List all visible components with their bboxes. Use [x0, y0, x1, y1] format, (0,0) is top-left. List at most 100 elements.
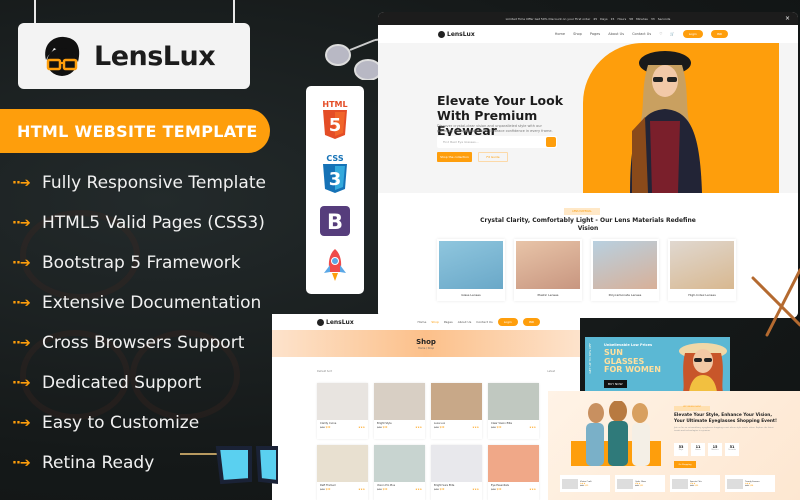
product-image — [317, 383, 368, 420]
filter-select[interactable]: Latest — [547, 370, 555, 373]
nav-link-home[interactable]: Home — [555, 32, 565, 36]
arrow-icon: ··➔ — [12, 335, 31, 351]
fit-guide-button[interactable]: Fit Guide — [478, 152, 508, 162]
hero-search-input[interactable]: Find Best Eye Glasses... — [437, 136, 557, 148]
mini-product-card[interactable]: Vision Craft ★★★ $39 $29 — [560, 475, 610, 492]
login-button[interactable]: Login — [682, 30, 703, 38]
feature-item: ··➔ Bootstrap 5 Framework — [12, 253, 241, 273]
nav-link-about[interactable]: About Us — [458, 320, 472, 324]
product-image — [374, 445, 425, 482]
event-description: Join us for an extraordinary eyeglasses … — [674, 427, 774, 432]
nav-link-pages[interactable]: Pages — [444, 320, 453, 324]
arrow-icon: ··➔ — [12, 175, 31, 191]
close-icon[interactable]: × — [785, 15, 790, 22]
template-tag: HTML WEBSITE TEMPLATE — [0, 109, 270, 153]
breadcrumb: Home / Shop — [417, 346, 435, 350]
arrow-icon: ··➔ — [12, 375, 31, 391]
event-models-image — [586, 401, 650, 466]
offer-topbar: Limited Time Offer Get 50% Discount on y… — [378, 12, 798, 25]
currency-select[interactable]: INR — [710, 30, 728, 38]
sale-side-text: GET UP TO 30% OFF — [588, 343, 592, 374]
mini-product-card[interactable]: Specta Chic ★★★ $39 $35 — [670, 475, 720, 492]
mini-product-card[interactable]: Optic Glow ★★★ $39 $32 — [615, 475, 665, 492]
card-image — [439, 241, 503, 289]
product-price: $59 $49 ★★★ — [434, 488, 479, 491]
card-image — [670, 241, 734, 289]
event-preview: UPCOMING EVENT Elevate Your Style, Enhan… — [548, 391, 800, 500]
logo-icon — [438, 30, 445, 38]
sale-model-image — [679, 343, 727, 392]
product-card[interactable]: Eye Essentials $59 $49 ★★★ — [488, 445, 539, 500]
nav-link-pages[interactable]: Pages — [590, 32, 600, 36]
login-button[interactable]: Login — [497, 318, 518, 326]
rating-stars-icon: ★★★ — [529, 426, 536, 429]
hero-model-image — [630, 51, 702, 193]
countdown-hours: 11 Hours — [691, 443, 705, 456]
product-image — [562, 478, 578, 489]
heart-icon[interactable]: ♡ — [659, 32, 662, 36]
home-preview: Limited Time Offer Get 50% Discount on y… — [378, 12, 798, 318]
feature-list: ··➔ Fully Responsive Template ··➔ HTML5 Va… — [12, 163, 266, 483]
logo-icon — [317, 318, 324, 326]
nav-logo[interactable]: LensLux — [317, 318, 354, 326]
sale-small-text: Unbelievable Low Prices — [604, 343, 653, 347]
event-countdown: 53 Days 11 Hours 15 Minutes 51 Seconds — [674, 443, 739, 456]
countdown-seconds: 51 Seconds — [725, 443, 739, 456]
arrow-icon: ··➔ — [12, 415, 31, 431]
shop-collection-button[interactable]: Shop the collection — [437, 152, 472, 162]
product-card[interactable]: Deft Framed $59 $49 ★★★ — [317, 445, 368, 500]
mini-product-card[interactable]: Trendy Frames ★★★ $39 $34 — [725, 475, 775, 492]
nav-link-shop[interactable]: Shop — [573, 32, 582, 36]
product-card[interactable]: Vision Pro Plus $59 $49 ★★★ — [374, 445, 425, 500]
nav-logo[interactable]: LensLux — [438, 30, 475, 38]
product-card[interactable]: Bright Style $59 $49 ★★★ — [374, 383, 425, 439]
nav-link-contact[interactable]: Contact Us — [632, 32, 651, 36]
cart-icon[interactable]: 🛒 — [670, 32, 674, 36]
sort-select[interactable]: Default Sort — [317, 370, 332, 373]
product-image — [488, 445, 539, 482]
rating-stars-icon: ★★★ — [358, 426, 365, 429]
hero-subtitle: Discover crystal-clear vision and unpara… — [437, 124, 553, 133]
feature-item: ··➔ Extensive Documentation — [12, 293, 262, 313]
svg-text:HTML: HTML — [322, 100, 347, 109]
svg-text:3: 3 — [329, 169, 342, 190]
rocket-icon — [324, 249, 346, 281]
sunglasses-decor — [180, 446, 278, 485]
material-card[interactable]: Plastic Lenses — [514, 239, 582, 301]
sunglasses-sale-banner: GET UP TO 30% OFF Unbelievable Low Price… — [585, 337, 730, 392]
buy-now-button[interactable]: BUY NOW — [604, 380, 627, 388]
nav-link-about[interactable]: About Us — [608, 32, 624, 36]
feature-item: ··➔ Dedicated Support — [12, 373, 202, 393]
card-image — [593, 241, 657, 289]
product-card[interactable]: Clear Vision Elite $59 $49 ★★★ — [488, 383, 539, 439]
nav-link-home[interactable]: Home — [417, 320, 426, 324]
search-button[interactable] — [546, 137, 556, 147]
event-badge: UPCOMING EVENT — [674, 406, 710, 411]
nav-link-contact[interactable]: Contact Us — [476, 320, 492, 324]
countdown-days: 53 Days — [674, 443, 688, 456]
tech-badges: HTML 5 CSS 3 B — [306, 86, 364, 294]
shop-banner: Shop Home / Shop — [272, 330, 580, 357]
go-shopping-button[interactable]: Go Shopping — [674, 461, 696, 468]
rating-stars-icon: ★★★ — [415, 488, 422, 491]
brand-name: LensLux — [94, 40, 216, 72]
product-card[interactable]: Bright Sure Elite $59 $49 ★★★ — [431, 445, 482, 500]
lens-materials-section: LENS MATERIAL Crystal Clarity, Comfortab… — [378, 193, 798, 318]
material-card[interactable]: Glass Lenses — [437, 239, 505, 301]
navbar: LensLux Home Shop Pages About Us Contact… — [378, 25, 798, 43]
hanger-line — [34, 0, 36, 24]
material-card[interactable]: High-Index Lenses — [668, 239, 736, 301]
svg-text:5: 5 — [329, 115, 342, 136]
material-card[interactable]: Polycarbonate Lenses — [591, 239, 659, 301]
feature-item: ··➔ Fully Responsive Template — [12, 173, 266, 193]
product-image — [317, 445, 368, 482]
product-price: $59 $49 ★★★ — [491, 488, 536, 491]
product-price: $59 $49 ★★★ — [377, 426, 422, 429]
currency-select[interactable]: INR — [522, 318, 540, 326]
rating-stars-icon: ★★★ — [472, 426, 479, 429]
product-card[interactable]: Clarity Curve $59 $49 ★★★ — [317, 383, 368, 439]
product-price: $59 $49 ★★★ — [377, 488, 422, 491]
nav-link-shop[interactable]: Shop — [431, 320, 439, 324]
arrow-icon: ··➔ — [12, 295, 31, 311]
product-card[interactable]: Luxe Lux $59 $49 ★★★ — [431, 383, 482, 439]
